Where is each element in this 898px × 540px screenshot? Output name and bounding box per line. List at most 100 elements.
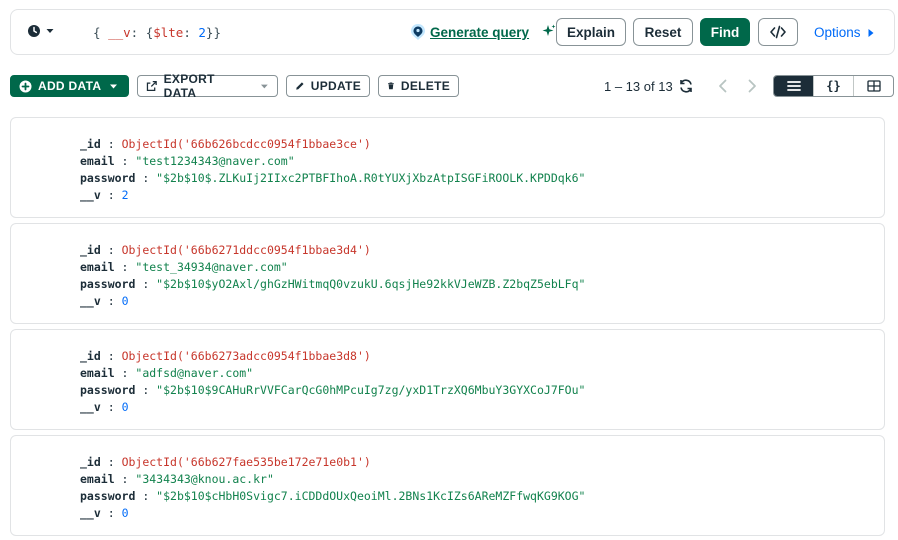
document-fields: _id : ObjectId('66b6273adcc0954f1bbae3d8… bbox=[80, 348, 585, 416]
field-id: _id : ObjectId('66b627fae535be172e71e0b1… bbox=[80, 455, 371, 469]
plus-circle-icon bbox=[19, 80, 32, 92]
caret-down-icon bbox=[110, 84, 118, 88]
field-value[interactable]: "adfsd@naver.com" bbox=[135, 366, 253, 380]
field-value[interactable]: "test1234343@naver.com" bbox=[135, 154, 294, 168]
pencil-icon bbox=[296, 82, 304, 90]
chevron-left-icon[interactable] bbox=[716, 78, 730, 94]
json-view-button[interactable]: {} bbox=[813, 76, 853, 96]
code-icon bbox=[770, 25, 786, 39]
caret-right-icon bbox=[868, 28, 874, 37]
caret-down-icon bbox=[261, 84, 269, 88]
field-value[interactable]: ObjectId('66b626bcdcc0954f1bbae3ce') bbox=[122, 137, 371, 151]
field-value[interactable]: "3434343@knou.ac.kr" bbox=[135, 472, 273, 486]
field-value[interactable]: 0 bbox=[122, 294, 129, 308]
field-value[interactable]: 0 bbox=[122, 506, 129, 520]
document-card[interactable]: _id : ObjectId('66b627fae535be172e71e0b1… bbox=[10, 435, 885, 536]
field-email: email : "test1234343@naver.com" bbox=[80, 154, 295, 168]
filter-key: __v bbox=[108, 25, 131, 40]
export-to-language-button[interactable] bbox=[758, 18, 798, 46]
field-key: __v bbox=[80, 294, 101, 308]
field-password: password : "$2b$10$.ZLKuIj2IIxc2PTBFIhoA… bbox=[80, 171, 586, 185]
field-id: _id : ObjectId('66b6273adcc0954f1bbae3d8… bbox=[80, 349, 371, 363]
filter-open-brace: { bbox=[93, 25, 109, 40]
field-key: email bbox=[80, 366, 115, 380]
field-value[interactable]: "test_34934@naver.com" bbox=[135, 260, 287, 274]
field-key: email bbox=[80, 154, 115, 168]
caret-down-icon bbox=[46, 29, 54, 33]
table-view-button[interactable] bbox=[853, 76, 893, 96]
options-toggle[interactable]: Options bbox=[814, 25, 875, 40]
document-fields: _id : ObjectId('66b6271ddcc0954f1bbae3d4… bbox=[80, 242, 585, 310]
table-icon bbox=[866, 80, 881, 92]
field-key: _id bbox=[80, 243, 101, 257]
document-fields: _id : ObjectId('66b626bcdcc0954f1bbae3ce… bbox=[80, 136, 585, 204]
field-key: _id bbox=[80, 455, 101, 469]
document-card[interactable]: _id : ObjectId('66b6273adcc0954f1bbae3d8… bbox=[10, 329, 885, 430]
field-password: password : "$2b$10$9CAHuRrVVFCarQcG0hMPc… bbox=[80, 383, 586, 397]
field-key: email bbox=[80, 472, 115, 486]
field-email: email : "adfsd@naver.com" bbox=[80, 366, 254, 380]
field-version: __v : 0 bbox=[80, 400, 129, 414]
trash-icon bbox=[387, 82, 394, 90]
add-data-button[interactable]: ADD DATA bbox=[10, 75, 129, 97]
field-email: email : "test_34934@naver.com" bbox=[80, 260, 288, 274]
find-button[interactable]: Find bbox=[700, 18, 750, 46]
sparkle-icon bbox=[542, 24, 556, 36]
filter-close: }} bbox=[205, 25, 221, 40]
field-email: email : "3434343@knou.ac.kr" bbox=[80, 472, 274, 486]
generate-query-link[interactable]: Generate query bbox=[430, 25, 529, 40]
field-password: password : "$2b$10$cHbH0Svigc7.iCDDdOUxQ… bbox=[80, 489, 586, 503]
list-view-button[interactable] bbox=[774, 76, 813, 96]
field-key: password bbox=[80, 383, 136, 397]
chevron-right-icon[interactable] bbox=[745, 78, 759, 94]
options-label: Options bbox=[814, 25, 861, 40]
field-value[interactable]: ObjectId('66b6273adcc0954f1bbae3d8') bbox=[122, 349, 371, 363]
view-toggle: {} bbox=[773, 75, 894, 97]
document-card[interactable]: _id : ObjectId('66b626bcdcc0954f1bbae3ce… bbox=[10, 117, 885, 218]
field-key: password bbox=[80, 171, 136, 185]
field-password: password : "$2b$10$yO2Axl/ghGzHWitmqQ0vz… bbox=[80, 277, 586, 291]
pagination-summary: 1 – 13 of 13 bbox=[604, 79, 673, 94]
field-key: _id bbox=[80, 349, 101, 363]
refresh-icon[interactable] bbox=[678, 78, 694, 94]
field-version: __v : 0 bbox=[80, 506, 129, 520]
filter-value: 2 bbox=[198, 25, 206, 40]
field-value[interactable]: ObjectId('66b6271ddcc0954f1bbae3d4') bbox=[122, 243, 371, 257]
export-icon bbox=[146, 81, 157, 91]
query-bar: { __v: {$lte: 2}} Generate query Explain… bbox=[10, 9, 895, 55]
filter-input[interactable]: { __v: {$lte: 2}} bbox=[93, 25, 221, 40]
field-key: _id bbox=[80, 137, 101, 151]
filter-op-colon: : bbox=[183, 25, 199, 40]
field-value[interactable]: 0 bbox=[122, 400, 129, 414]
filter-colon: : { bbox=[130, 25, 154, 40]
field-version: __v : 2 bbox=[80, 188, 129, 202]
field-id: _id : ObjectId('66b6271ddcc0954f1bbae3d4… bbox=[80, 243, 371, 257]
field-key: __v bbox=[80, 400, 101, 414]
update-label: UPDATE bbox=[310, 79, 361, 93]
clock-icon bbox=[28, 25, 40, 37]
document-fields: _id : ObjectId('66b627fae535be172e71e0b1… bbox=[80, 454, 585, 522]
field-value[interactable]: ObjectId('66b627fae535be172e71e0b1') bbox=[122, 455, 371, 469]
add-data-label: ADD DATA bbox=[38, 79, 102, 93]
export-data-button[interactable]: EXPORT DATA bbox=[137, 72, 278, 100]
explain-button[interactable]: Explain bbox=[556, 18, 626, 46]
filter-operator: $lte bbox=[153, 25, 184, 40]
export-data-label: EXPORT DATA bbox=[163, 72, 215, 100]
field-key: __v bbox=[80, 506, 101, 520]
field-value[interactable]: "$2b$10$cHbH0Svigc7.iCDDdOUxQeoiMl.2BNs1… bbox=[156, 489, 585, 503]
field-id: _id : ObjectId('66b626bcdcc0954f1bbae3ce… bbox=[80, 137, 371, 151]
field-value[interactable]: "$2b$10$9CAHuRrVVFCarQcG0hMPcuIg7zg/yxD1… bbox=[156, 383, 585, 397]
field-value[interactable]: "$2b$10$yO2Axl/ghGzHWitmqQ0vzukU.6qsjHe9… bbox=[156, 277, 585, 291]
delete-button[interactable]: DELETE bbox=[378, 75, 459, 97]
update-button[interactable]: UPDATE bbox=[286, 75, 370, 97]
document-card[interactable]: _id : ObjectId('66b6271ddcc0954f1bbae3d4… bbox=[10, 223, 885, 324]
field-key: __v bbox=[80, 188, 101, 202]
list-icon bbox=[786, 81, 801, 91]
field-version: __v : 0 bbox=[80, 294, 129, 308]
field-key: email bbox=[80, 260, 115, 274]
field-value[interactable]: "$2b$10$.ZLKuIj2IIxc2PTBFIhoA.R0tYUXjXbz… bbox=[156, 171, 585, 185]
ai-assistant-icon bbox=[411, 24, 425, 40]
field-value[interactable]: 2 bbox=[122, 188, 129, 202]
reset-button[interactable]: Reset bbox=[633, 18, 693, 46]
query-history-button[interactable] bbox=[27, 24, 55, 38]
